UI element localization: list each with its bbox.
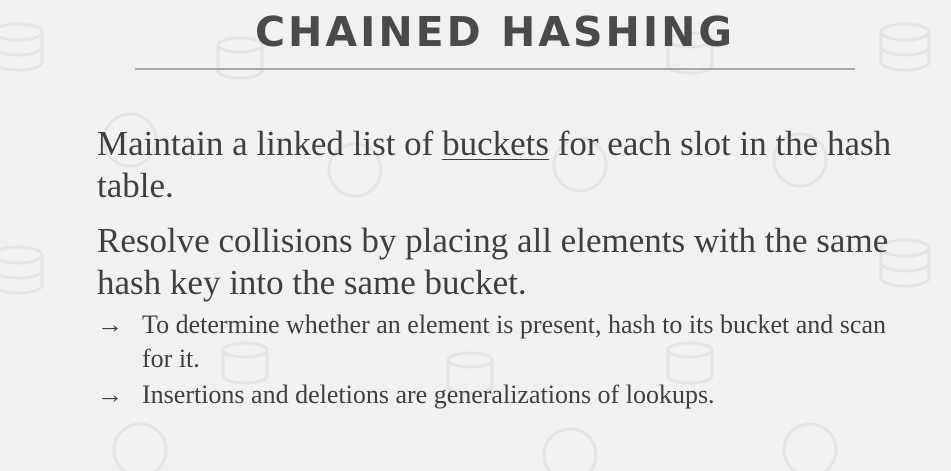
bullet-item: → To determine whether an element is pre… [97, 308, 887, 376]
arrow-right-icon: → [97, 310, 123, 339]
paragraph-buckets: Maintain a linked list of buckets for ea… [97, 123, 897, 207]
slide: CHAINED HASHING Maintain a linked list o… [0, 0, 951, 471]
bullet-item: → Insertions and deletions are generaliz… [97, 378, 887, 412]
arrow-right-icon: → [97, 380, 123, 409]
bullet-text: Insertions and deletions are generalizat… [142, 380, 715, 409]
bullet-text: To determine whether an element is prese… [142, 310, 886, 373]
slide-title: CHAINED HASHING [254, 8, 736, 56]
title-divider [135, 68, 855, 70]
paragraph-text: Maintain a linked list of [97, 124, 443, 163]
underlined-term-buckets: buckets [442, 124, 549, 163]
paragraph-collisions: Resolve collisions by placing all elemen… [97, 221, 889, 302]
